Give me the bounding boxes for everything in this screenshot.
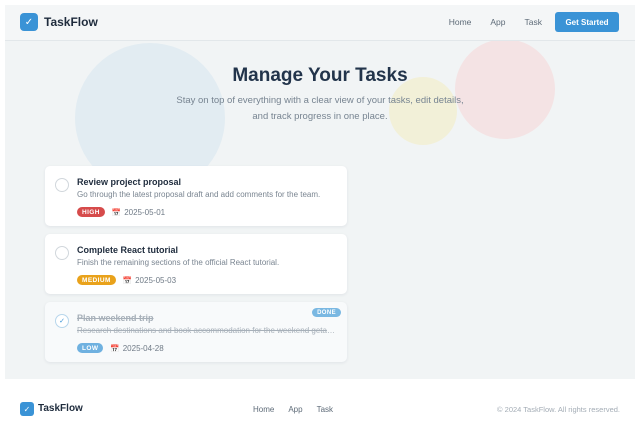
priority-badge: HIGH [77, 207, 105, 217]
due-date: 📅 2025-05-03 [123, 276, 176, 285]
task-title: Review project proposal [77, 177, 182, 187]
task-meta: LOW 📅 2025-04-28 [77, 343, 164, 353]
brand-name[interactable]: TaskFlow [44, 15, 98, 29]
task-description: Go through the latest proposal draft and… [77, 190, 321, 199]
nav-link-home[interactable]: Home [449, 17, 472, 27]
calendar-icon: 📅 [111, 207, 122, 217]
footer-link-app[interactable]: App [288, 405, 302, 414]
priority-badge: LOW [77, 343, 104, 353]
footer-link-home[interactable]: Home [253, 405, 274, 414]
task-description: Research destinations and book accommoda… [77, 326, 339, 335]
due-date: 📅 2025-04-28 [110, 344, 163, 353]
check-icon[interactable]: ✓ [20, 13, 38, 31]
footer-brand: TaskFlow [38, 403, 83, 414]
subtitle-line-1: Stay on top of everything with a clear v… [176, 95, 464, 106]
due-date-text: 2025-04-28 [122, 343, 164, 353]
task-meta: HIGH 📅 2025-05-01 [77, 207, 165, 217]
footer-link-task[interactable]: Task [317, 405, 333, 414]
due-date: 📅 2025-05-01 [112, 208, 165, 217]
calendar-icon: 📅 [110, 343, 120, 353]
nav-links: Home App Task [449, 17, 542, 27]
task-card[interactable]: Review project proposal Go through the l… [45, 166, 347, 226]
task-checkbox[interactable] [55, 246, 69, 260]
top-navbar: ✓ TaskFlow Home App Task Get Started [5, 5, 635, 41]
page-subtitle: Stay on top of everything with a clear v… [5, 93, 635, 125]
due-date-text: 2025-05-03 [135, 275, 177, 285]
task-title: Complete React tutorial [77, 245, 179, 255]
copyright-text: © 2024 TaskFlow. All rights reserved. [497, 405, 620, 414]
calendar-icon: 📅 [122, 275, 133, 285]
site-footer: ✓ TaskFlow Home App Task © 2024 TaskFlow… [0, 379, 640, 444]
page-title: Manage Your Tasks [232, 65, 408, 86]
nav-link-task[interactable]: Task [525, 17, 542, 27]
task-checkbox-checked[interactable]: ✓ [55, 314, 69, 328]
task-checkbox[interactable] [55, 178, 69, 192]
task-description: Finish the remaining sections of the off… [77, 258, 280, 267]
get-started-button[interactable]: Get Started [555, 12, 619, 32]
check-icon: ✓ [20, 402, 34, 416]
subtitle-line-2: and track progress in one place. [252, 111, 388, 122]
status-badge: DONE [312, 308, 341, 317]
due-date-text: 2025-05-01 [124, 207, 166, 217]
footer-links: Home App Task [253, 405, 333, 414]
task-card-completed[interactable]: DONE ✓ Plan weekend trip Research destin… [45, 302, 347, 362]
page-frame: ✓ TaskFlow Home App Task Get Started Man… [5, 5, 635, 379]
task-card[interactable]: Complete React tutorial Finish the remai… [45, 234, 347, 294]
task-title: Plan weekend trip [77, 313, 154, 323]
priority-badge: MEDIUM [77, 275, 116, 285]
task-meta: MEDIUM 📅 2025-05-03 [77, 275, 176, 285]
nav-link-app[interactable]: App [490, 17, 505, 27]
